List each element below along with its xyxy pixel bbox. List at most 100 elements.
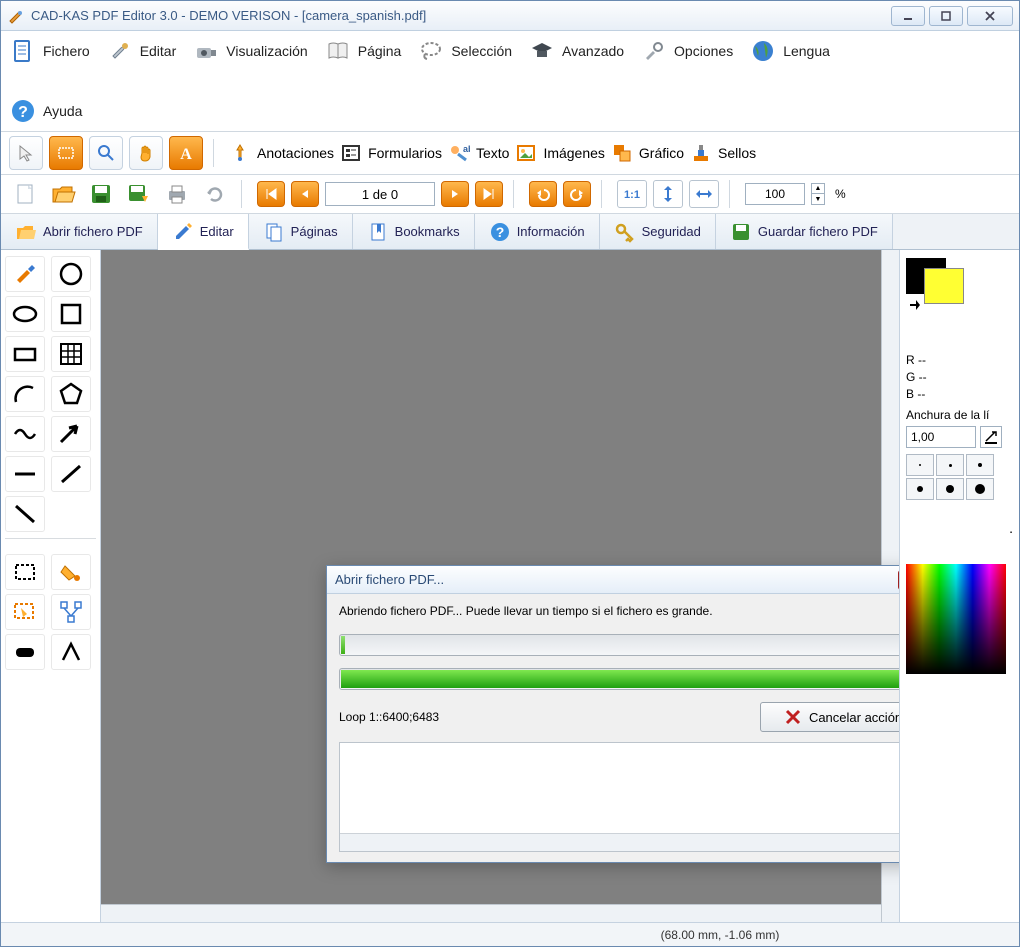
square-tool[interactable] bbox=[51, 296, 91, 332]
point-size-4[interactable] bbox=[906, 478, 934, 500]
menu-visualizacion[interactable]: Visualización bbox=[192, 37, 307, 65]
fit-width-button[interactable] bbox=[689, 180, 719, 208]
background-color-swatch[interactable] bbox=[924, 268, 964, 304]
line-width-label: Anchura de la lí bbox=[906, 408, 1013, 422]
lasso-icon bbox=[417, 37, 445, 65]
point-size-1[interactable] bbox=[906, 454, 934, 476]
zoom-up-button[interactable]: ▲ bbox=[811, 183, 825, 194]
select-rect-tool[interactable] bbox=[49, 136, 83, 170]
tab-abrir[interactable]: Abrir fichero PDF bbox=[1, 214, 158, 249]
menu-seleccion[interactable]: Selección bbox=[417, 37, 512, 65]
hline-tool[interactable] bbox=[5, 456, 45, 492]
stamps-button[interactable]: Sellos bbox=[690, 142, 756, 164]
new-file-button[interactable] bbox=[9, 179, 41, 209]
menu-editar[interactable]: Editar bbox=[106, 37, 177, 65]
zoom-input[interactable] bbox=[745, 183, 805, 205]
color-spectrum-picker[interactable] bbox=[906, 564, 1006, 674]
save-button[interactable] bbox=[85, 179, 117, 209]
wave-tool[interactable] bbox=[5, 416, 45, 452]
prev-page-button[interactable] bbox=[291, 181, 319, 207]
tools-icon bbox=[640, 37, 668, 65]
minimize-button[interactable] bbox=[891, 6, 925, 26]
undo-button[interactable] bbox=[529, 181, 557, 207]
polygon-tool[interactable] bbox=[51, 376, 91, 412]
help-icon: ? bbox=[9, 97, 37, 125]
close-button[interactable] bbox=[967, 6, 1013, 26]
diag-up-tool[interactable] bbox=[51, 456, 91, 492]
point-size-6[interactable] bbox=[966, 478, 994, 500]
horizontal-scrollbar[interactable] bbox=[101, 904, 881, 922]
b-value: B -- bbox=[906, 386, 1013, 403]
dialog-message: Abriendo fichero PDF... Puede llevar un … bbox=[339, 604, 899, 618]
color-swatches[interactable] bbox=[906, 258, 1013, 302]
print-button[interactable] bbox=[161, 179, 193, 209]
redo-button[interactable] bbox=[563, 181, 591, 207]
node-edit-tool[interactable] bbox=[51, 594, 91, 630]
circle-tool[interactable] bbox=[51, 256, 91, 292]
tab-paginas[interactable]: Páginas bbox=[249, 214, 353, 249]
refresh-button[interactable] bbox=[199, 179, 231, 209]
rect-tool[interactable] bbox=[5, 336, 45, 372]
tab-seguridad[interactable]: Seguridad bbox=[600, 214, 716, 249]
marquee-tool[interactable] bbox=[5, 554, 45, 590]
graphics-button[interactable]: Gráfico bbox=[611, 142, 684, 164]
forms-button[interactable]: Formularios bbox=[340, 142, 442, 164]
swap-colors-icon[interactable] bbox=[908, 298, 922, 312]
tab-bookmarks[interactable]: Bookmarks bbox=[353, 214, 475, 249]
cancel-action-button[interactable]: Cancelar acción... bbox=[760, 702, 899, 732]
menu-lengua[interactable]: Lengua bbox=[749, 37, 830, 65]
first-page-button[interactable] bbox=[257, 181, 285, 207]
annotations-button[interactable]: Anotaciones bbox=[229, 142, 334, 164]
point-size-2[interactable] bbox=[936, 454, 964, 476]
last-page-button[interactable] bbox=[475, 181, 503, 207]
save-as-button[interactable] bbox=[123, 179, 155, 209]
brush-tool[interactable] bbox=[5, 256, 45, 292]
next-page-button[interactable] bbox=[441, 181, 469, 207]
canvas-area[interactable]: Abrir fichero PDF... Abriendo fichero PD… bbox=[101, 250, 899, 922]
globe-icon bbox=[749, 37, 777, 65]
fill-select-tool[interactable] bbox=[5, 594, 45, 630]
ellipse-tool[interactable] bbox=[5, 296, 45, 332]
zoom-tool[interactable] bbox=[89, 136, 123, 170]
menu-ayuda[interactable]: ? Ayuda bbox=[9, 97, 82, 125]
tab-editar[interactable]: Editar bbox=[158, 214, 249, 250]
page-number-input[interactable] bbox=[325, 182, 435, 206]
actual-size-button[interactable]: 1:1 bbox=[617, 180, 647, 208]
stamp-icon bbox=[690, 142, 712, 164]
grid-tool[interactable] bbox=[51, 336, 91, 372]
rounded-rect-tool[interactable] bbox=[5, 634, 45, 670]
bookmark-icon bbox=[367, 221, 389, 243]
zoom-down-button[interactable]: ▼ bbox=[811, 194, 825, 205]
images-button[interactable]: Imágenes bbox=[515, 142, 604, 164]
menu-avanzado[interactable]: Avanzado bbox=[528, 37, 624, 65]
menu-fichero[interactable]: Fichero bbox=[9, 37, 90, 65]
dialog-log-area[interactable] bbox=[339, 742, 899, 852]
menu-pagina[interactable]: Página bbox=[324, 37, 402, 65]
dialog-title-text: Abrir fichero PDF... bbox=[335, 572, 444, 587]
width-preset-button[interactable] bbox=[980, 426, 1002, 448]
open-file-button[interactable] bbox=[47, 179, 79, 209]
menu-opciones[interactable]: Opciones bbox=[640, 37, 733, 65]
tab-informacion[interactable]: ? Información bbox=[475, 214, 600, 249]
dot-label: . bbox=[906, 520, 1013, 536]
hand-tool[interactable] bbox=[129, 136, 163, 170]
dialog-log-hscroll[interactable] bbox=[340, 833, 899, 851]
point-size-grid bbox=[906, 454, 1013, 500]
diag-down-tool[interactable] bbox=[5, 496, 45, 532]
line-width-input[interactable] bbox=[906, 426, 976, 448]
fit-height-button[interactable] bbox=[653, 180, 683, 208]
arc-tool[interactable] bbox=[5, 376, 45, 412]
arrow-tool[interactable] bbox=[51, 416, 91, 452]
dialog-close-button[interactable] bbox=[898, 570, 899, 590]
tab-guardar[interactable]: Guardar fichero PDF bbox=[716, 214, 893, 249]
toolbar-file-nav: 1:1 ▲ ▼ % bbox=[1, 175, 1019, 214]
point-size-3[interactable] bbox=[966, 454, 994, 476]
angle-tool[interactable] bbox=[51, 634, 91, 670]
text-button[interactable]: ab Texto bbox=[448, 142, 509, 164]
point-size-5[interactable] bbox=[936, 478, 964, 500]
maximize-button[interactable] bbox=[929, 6, 963, 26]
fill-bucket-tool[interactable] bbox=[51, 554, 91, 590]
open-pdf-dialog: Abrir fichero PDF... Abriendo fichero PD… bbox=[326, 565, 899, 863]
cursor-tool[interactable] bbox=[9, 136, 43, 170]
text-tool[interactable]: A bbox=[169, 136, 203, 170]
